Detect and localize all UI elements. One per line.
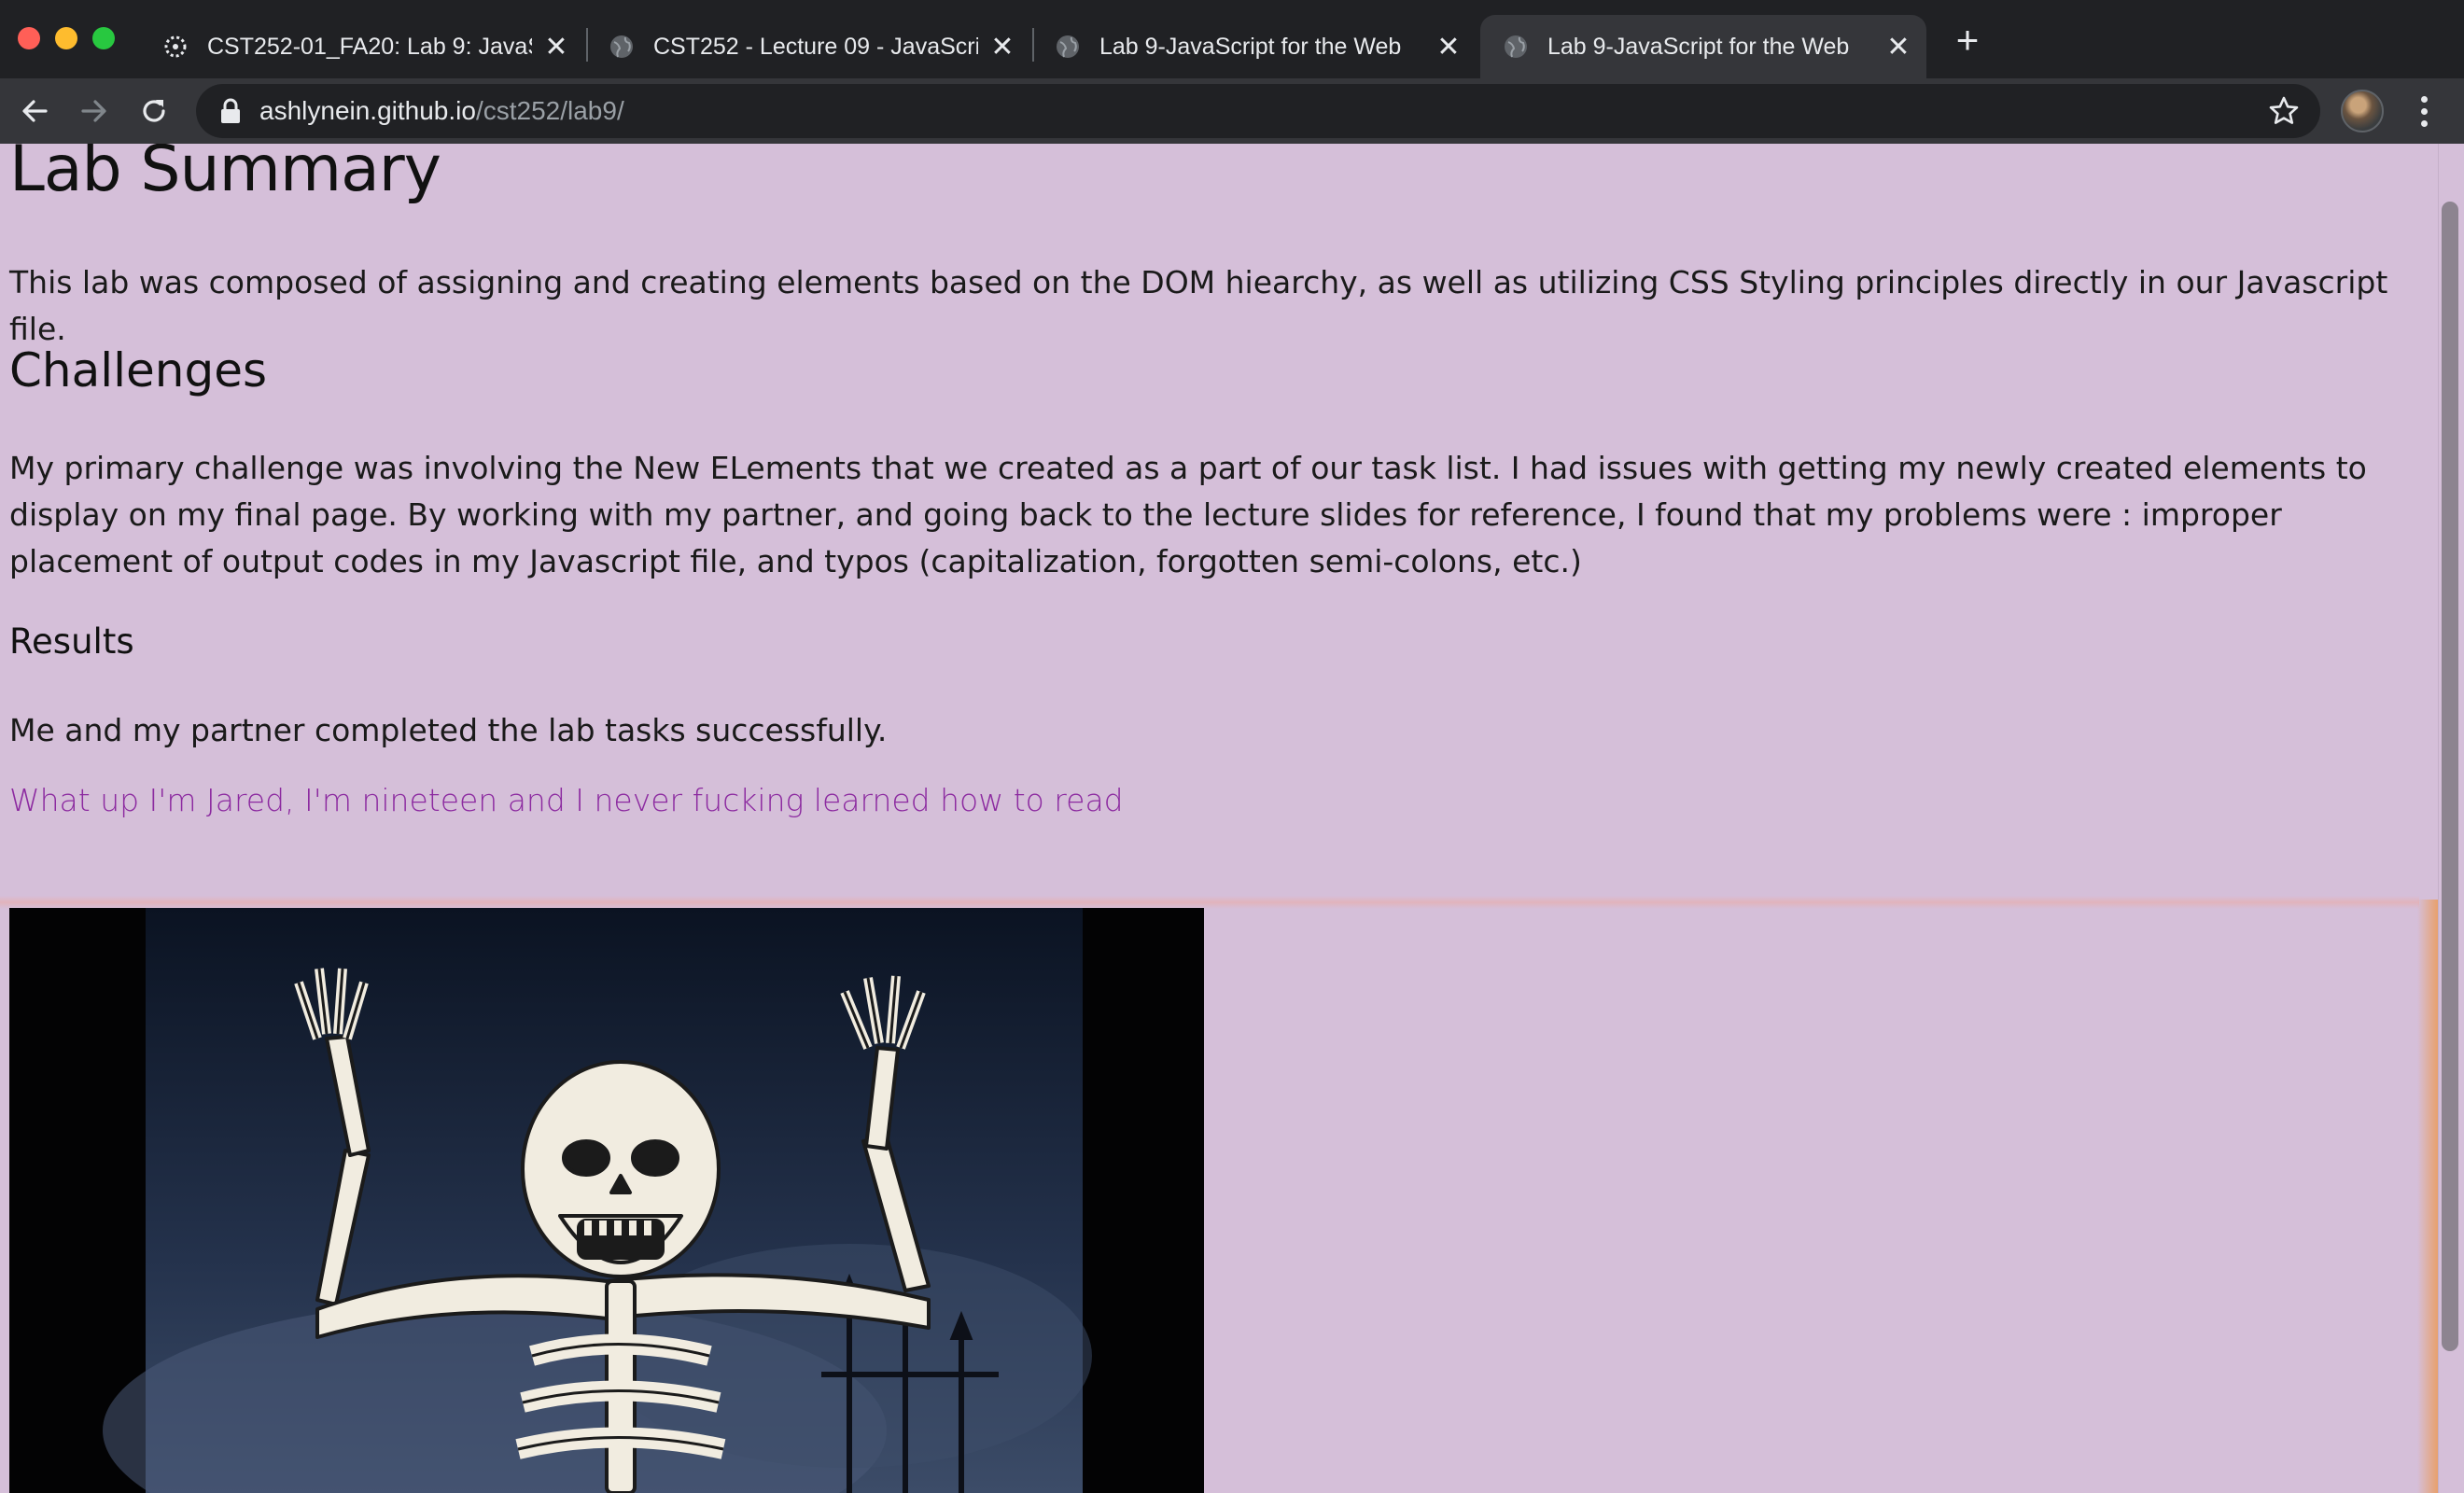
close-tab-icon[interactable]: ✕ [1885,32,1911,63]
browser-toolbar: ashlynein.github.io/cst252/lab9/ [0,78,2464,144]
page-viewport: Lab Summary This lab was composed of ass… [0,144,2464,1493]
tab-lab9-web[interactable]: Lab 9-JavaScript for the Web ✕ [1055,15,1462,78]
new-tab-button[interactable]: + [1951,21,1984,60]
tab-canvas-lab9[interactable]: CST252-01_FA20: Lab 9: JavaScript for th… [162,15,569,78]
tab-title: CST252 - Lecture 09 - JavaScript [653,33,978,60]
close-tab-icon[interactable]: ✕ [989,32,1015,63]
browser-menu-button[interactable] [2410,91,2438,131]
forward-button[interactable] [75,91,114,131]
profile-avatar[interactable] [2341,90,2384,133]
jared-link[interactable]: What up I'm Jared, I'm nineteen and I ne… [9,782,1124,818]
reload-button[interactable] [134,91,174,131]
window-zoom-button[interactable] [92,27,115,49]
window-close-button[interactable] [18,27,40,49]
canvas-icon [162,34,189,60]
forward-arrow-icon [81,100,106,122]
globe-icon [609,34,635,60]
decorative-edge-glow [2417,900,2438,1493]
results-paragraph: Me and my partner completed the lab task… [9,712,888,748]
tab-title: CST252-01_FA20: Lab 9: JavaScript for th… [207,33,532,60]
results-heading: Results [9,621,134,662]
back-arrow-icon [22,100,48,122]
page-heading: Lab Summary [9,144,441,206]
tab-strip: CST252-01_FA20: Lab 9: JavaScript for th… [0,0,2464,78]
globe-icon [1055,34,1081,60]
lock-icon [221,98,240,123]
tab-title: Lab 9-JavaScript for the Web [1099,33,1402,60]
globe-icon [1503,34,1529,60]
scrollbar-thumb[interactable] [2442,202,2458,1351]
close-tab-icon[interactable]: ✕ [1435,32,1462,63]
tab-separator [586,28,588,62]
tab-lecture-09[interactable]: CST252 - Lecture 09 - JavaScript ✕ [609,15,1015,78]
back-button[interactable] [15,91,54,131]
bookmark-star-icon[interactable] [2268,95,2300,127]
url-host: ashlynein.github.io [259,96,476,125]
tab-separator [1032,28,1034,62]
section-divider [0,896,2419,909]
close-tab-icon[interactable]: ✕ [543,32,569,63]
skeleton-gif-image [9,908,1204,1493]
url-path: /cst252/lab9/ [475,96,624,125]
tab-title: Lab 9-JavaScript for the Web [1547,33,1850,60]
reload-icon [143,100,165,122]
url-text: ashlynein.github.io/cst252/lab9/ [259,96,624,126]
tab-lab9-web-active[interactable]: Lab 9-JavaScript for the Web ✕ [1480,15,1926,78]
summary-paragraph: This lab was composed of assigning and c… [9,264,2388,347]
challenges-heading: Challenges [9,343,268,398]
address-bar[interactable]: ashlynein.github.io/cst252/lab9/ [196,84,2320,138]
window-minimize-button[interactable] [55,27,77,49]
challenges-paragraph: My primary challenge was involving the N… [9,450,2367,579]
